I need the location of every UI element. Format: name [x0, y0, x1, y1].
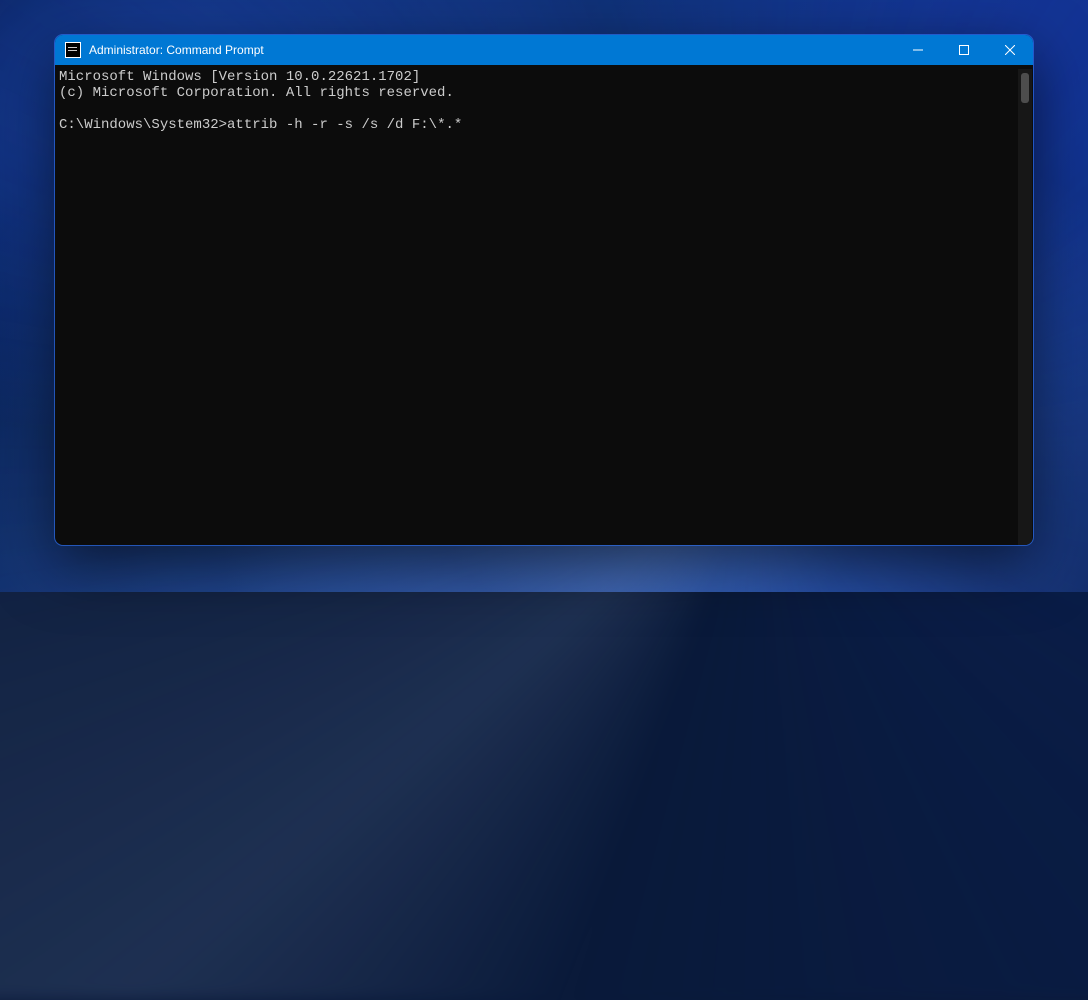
close-button[interactable]	[987, 35, 1033, 65]
terminal-body[interactable]: Microsoft Windows [Version 10.0.22621.17…	[55, 65, 1033, 545]
window-title: Administrator: Command Prompt	[89, 43, 264, 57]
maximize-icon	[959, 45, 969, 55]
prompt-path: C:\Windows\System32>	[59, 117, 227, 133]
minimize-button[interactable]	[895, 35, 941, 65]
terminal-output[interactable]: Microsoft Windows [Version 10.0.22621.17…	[59, 69, 1018, 545]
close-icon	[1005, 45, 1015, 55]
version-line: Microsoft Windows [Version 10.0.22621.17…	[59, 69, 420, 85]
command-input[interactable]: attrib -h -r -s /s /d F:\*.*	[227, 117, 462, 133]
maximize-button[interactable]	[941, 35, 987, 65]
minimize-icon	[913, 45, 923, 55]
window-controls	[895, 35, 1033, 65]
copyright-line: (c) Microsoft Corporation. All rights re…	[59, 85, 454, 101]
titlebar[interactable]: Administrator: Command Prompt	[55, 35, 1033, 65]
vertical-scrollbar[interactable]	[1018, 69, 1032, 545]
cmd-icon	[65, 42, 81, 58]
command-prompt-window: Administrator: Command Prompt Mi	[55, 35, 1033, 545]
scrollbar-thumb[interactable]	[1021, 73, 1029, 103]
